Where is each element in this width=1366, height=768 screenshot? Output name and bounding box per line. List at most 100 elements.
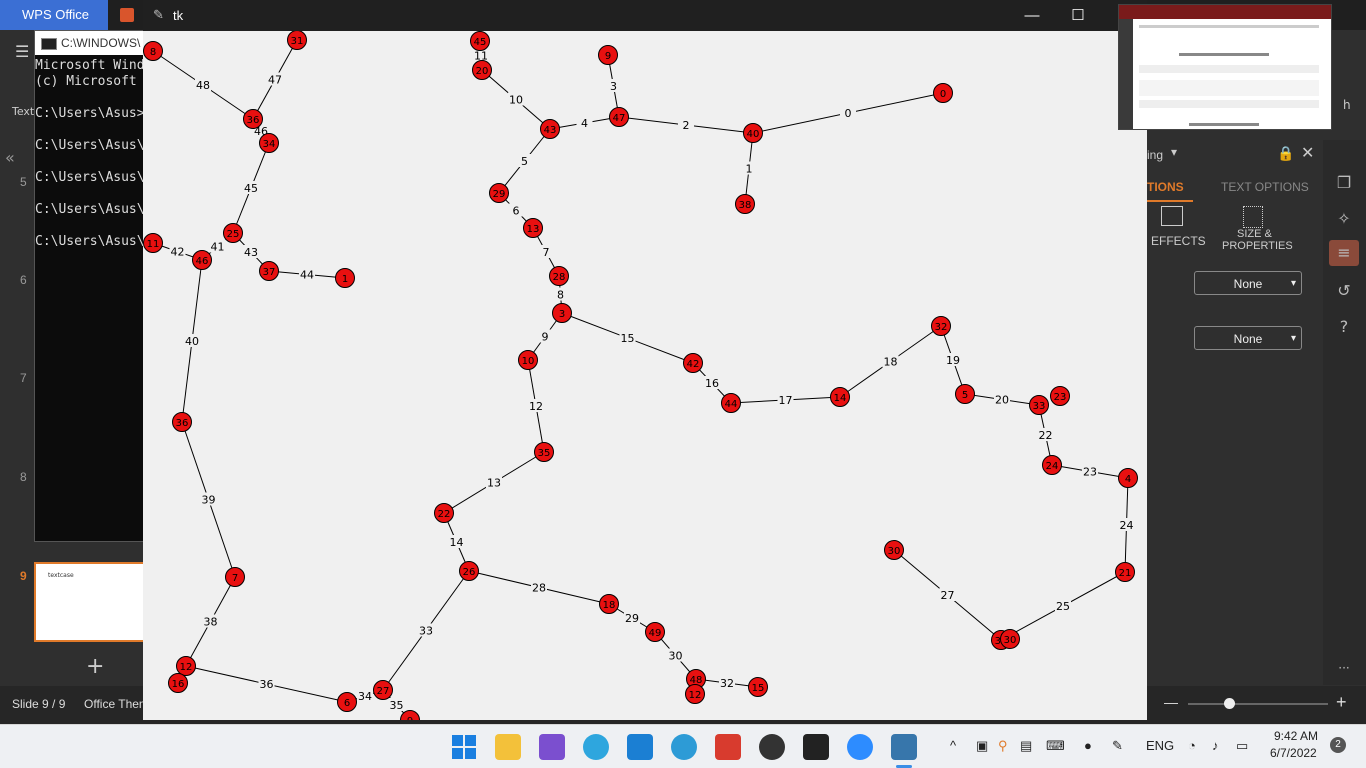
zoom-out-button[interactable]: — [1164,694,1178,710]
wps-home-tab[interactable]: WPS Office [0,0,108,30]
star-icon[interactable]: ✧ [1331,206,1357,232]
windows-start-icon[interactable] [451,734,477,760]
terminal-taskbar-icon[interactable] [803,734,829,760]
tray-app-icon[interactable]: ▤ [1020,738,1032,754]
cmd-line: C:\Users\Asus\ [35,202,144,217]
graph-node-label: 3 [559,309,565,320]
settings-sliders-icon[interactable]: ≡ [1329,240,1359,266]
preview-line [1179,53,1269,56]
presentation-tab[interactable]: P [114,0,144,52]
notification-badge[interactable]: 2 [1330,737,1346,753]
graph-node-label: 23 [1054,392,1067,403]
keyboard-icon[interactable]: ⌨ [1046,738,1065,754]
effects-icon[interactable] [1161,206,1183,226]
search-tray-icon[interactable]: ⚲ [998,738,1008,754]
dropdown-2[interactable]: None [1194,326,1302,351]
edge-label: 4 [581,117,588,130]
pen-icon[interactable]: ✎ [1112,738,1123,754]
graph-node-label: 40 [747,129,760,140]
edge-label: 2 [683,119,690,132]
graph-node-label: 36 [247,115,260,126]
wifi-icon[interactable]: ◔ [1188,738,1196,753]
graph-node-label: 7 [232,573,238,584]
history-icon[interactable]: ↺ [1331,278,1357,304]
vscode-icon[interactable] [627,734,653,760]
tk-window: ✎ tk — ☐ ✕ 48474645414243444039383634353… [143,0,1147,720]
dropdown-1[interactable]: None [1194,271,1302,296]
graph-node-label: 11 [147,239,160,250]
menu-icon[interactable]: ☰ [15,42,29,61]
browser-preview-thumbnail[interactable] [1118,4,1332,130]
edge-label: 9 [542,331,549,344]
tk-titlebar[interactable]: ✎ tk — ☐ ✕ [143,0,1147,31]
edge-label: 30 [669,650,683,663]
graph-node-label: 27 [377,686,390,697]
size-properties-icon[interactable] [1243,206,1263,228]
graph-node-label: 43 [544,125,557,136]
properties-label: PROPERTIES [1222,240,1293,252]
ribbon-edge-label: h [1343,98,1351,112]
edge-label: 45 [244,182,258,195]
edge-label: 23 [1083,466,1097,479]
tray-app-icon[interactable]: ▣ [976,738,988,754]
edge-label: 42 [171,246,185,259]
add-slide-button[interactable]: + [86,654,104,679]
python-icon[interactable] [891,734,917,760]
graph-node-label: 9 [605,51,611,62]
feather-icon: ✎ [153,7,164,22]
battery-icon[interactable]: ▭ [1236,738,1248,754]
copy-icon[interactable]: ❐ [1331,170,1357,196]
close-panel-icon[interactable]: ✕ [1301,143,1314,163]
slide-number: 7 [20,371,27,385]
zoom-icon[interactable] [847,734,873,760]
graph-node-label: 34 [263,139,276,150]
zoom-slider[interactable] [1188,703,1328,705]
graph-node-label: 18 [603,600,616,611]
preview-line [1189,123,1259,126]
graph-node-label: 29 [493,189,506,200]
graph-node-label: 26 [463,567,476,578]
edge-label: 27 [941,589,955,602]
tab-options[interactable]: TIONS [1147,180,1184,194]
tray-overflow-icon[interactable]: ^ [950,738,956,753]
volume-icon[interactable]: ♪ [1212,738,1219,753]
edge-icon[interactable] [671,734,697,760]
more-icon[interactable]: ··· [1331,655,1357,681]
edge-label: 40 [185,335,199,348]
zoom-slider-thumb[interactable] [1224,698,1235,709]
presentation-icon [120,8,134,22]
graph-node-label: 45 [474,37,487,48]
graph-node-label: 5 [962,390,968,401]
cmd-window[interactable]: C:\WINDOWS\ Microsoft Wind (c) Microsoft… [34,30,144,542]
graph-node-label: 8 [150,47,156,58]
slide-panel: ☰ Text « 5 6 7 8 9 [0,30,34,685]
edge-label: 35 [390,699,404,712]
wps-icon[interactable] [715,734,741,760]
file-explorer-icon[interactable] [495,734,521,760]
language-indicator[interactable]: ENG [1146,738,1174,753]
microphone-icon[interactable]: ● [1084,738,1092,753]
obs-icon[interactable] [759,734,785,760]
help-icon[interactable]: ? [1331,314,1357,340]
size-label: SIZE & [1237,228,1272,240]
effects-label: EFFECTS [1151,234,1206,248]
tab-text-options[interactable]: TEXT OPTIONS [1221,180,1309,194]
edge-label: 12 [529,400,543,413]
graph-canvas[interactable]: 48 4746454142 4344403938363435331110432015… [143,31,1147,720]
preview-line [1139,80,1319,96]
zoom-in-button[interactable]: + [1336,692,1347,713]
minimize-button[interactable]: — [1009,0,1055,31]
visual-studio-icon[interactable] [539,734,565,760]
lock-icon[interactable]: 🔒 [1277,145,1294,162]
graph-node-label: 20 [476,66,489,77]
text-label: Text [12,105,35,118]
clock-time[interactable]: 9:42 AM [1274,729,1318,743]
maximize-button[interactable]: ☐ [1055,0,1101,31]
telegram-icon[interactable] [583,734,609,760]
edge-label: 1 [746,163,753,176]
property-panel: ing ▾ 🔒 ✕ TIONS TEXT OPTIONS EFFECTS SIZ… [1147,140,1323,685]
clock-date[interactable]: 6/7/2022 [1270,746,1317,760]
slide-thumbnail-9[interactable]: textcase [34,562,146,642]
collapse-icon[interactable]: « [5,148,15,167]
graph-node-label: 12 [689,690,702,701]
